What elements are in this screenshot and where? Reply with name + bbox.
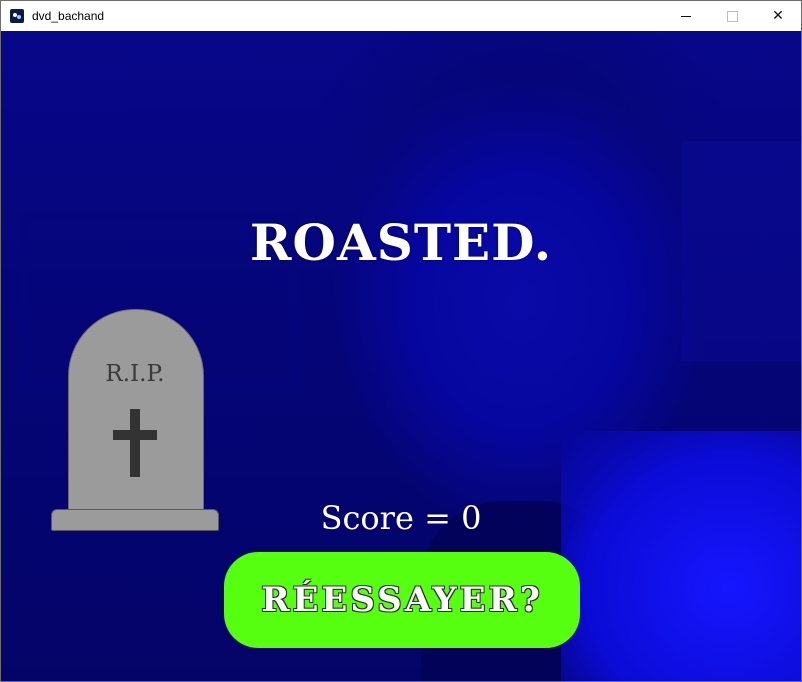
close-button[interactable]: ✕ [755,1,801,31]
app-icon [10,9,24,23]
tombstone-base [51,509,219,531]
game-over-headline: ROASTED. [249,213,553,272]
close-icon: ✕ [772,8,784,24]
tombstone: R.I.P. [51,309,221,533]
title-bar[interactable]: dvd_bachand ✕ [1,1,801,31]
background-shirt [561,431,801,681]
retry-button[interactable]: RÉESSAYER? [224,552,580,648]
minimize-button[interactable] [663,1,709,31]
maximize-icon [726,10,738,22]
game-canvas: ROASTED. R.I.P. Score = 0 RÉESSAYER? [1,31,801,681]
window-title: dvd_bachand [32,9,105,23]
app-window: dvd_bachand ✕ ROASTED. R.I.P. Score = 0 … [0,0,802,682]
tombstone-inscription: R.I.P. [105,361,165,387]
minimize-icon [681,15,691,17]
maximize-button[interactable] [709,1,755,31]
score-display: Score = 0 [320,499,482,537]
